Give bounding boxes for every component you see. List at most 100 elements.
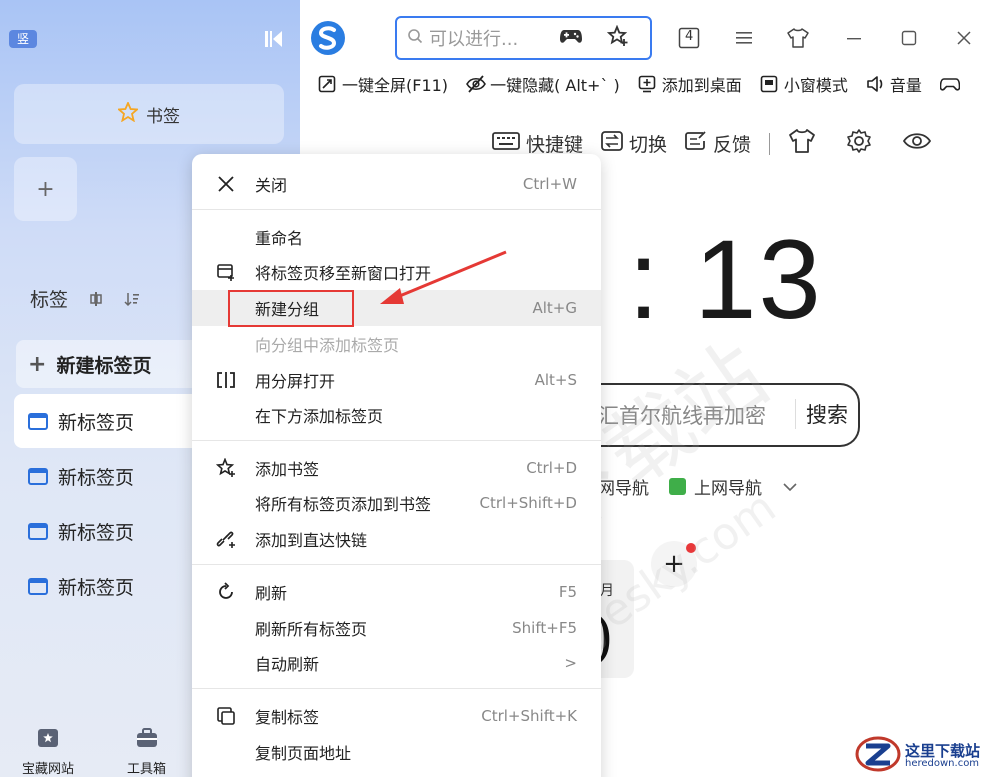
main-search-box[interactable]: 汇首尔航线再加密 搜索: [560, 383, 860, 447]
menu-item-label: 复制标签: [255, 708, 320, 727]
menu-item-auto-refresh[interactable]: 自动刷新 >: [192, 645, 601, 681]
add-desktop-icon: [638, 75, 656, 93]
menu-item-close[interactable]: 关闭 Ctrl+W: [192, 166, 601, 202]
menu-item-add-tab-below[interactable]: 在下方添加标签页: [192, 397, 601, 433]
menu-item-shortcut: Shift+F5: [512, 619, 577, 637]
skin-shirt-icon[interactable]: [788, 128, 816, 159]
sort-icon[interactable]: [124, 291, 140, 307]
nav-row: 网导航 上网导航: [598, 474, 798, 499]
sidebar-tab-item[interactable]: 新标签页: [14, 449, 214, 503]
settings-gear-icon[interactable]: [846, 128, 872, 159]
menu-item-label: 在下方添加标签页: [255, 407, 384, 426]
menu-item-label: 用分屏打开: [255, 372, 336, 391]
mini-window-label: 小窗模式: [783, 76, 848, 95]
tabs-title: 标签: [30, 289, 69, 311]
menu-divider: [192, 209, 601, 210]
tab-label: 新标签页: [58, 411, 135, 434]
main-search-input[interactable]: 汇首尔航线再加密: [598, 400, 766, 430]
star-folder-icon: [37, 728, 59, 752]
toolbox-link[interactable]: 工具箱: [127, 728, 166, 777]
gamepad-icon[interactable]: [559, 27, 583, 49]
sidebar-tab-item[interactable]: 新标签页: [14, 559, 214, 613]
menu-item-add-quick-link[interactable]: 添加到直达快链: [192, 521, 601, 557]
calendar-month: 月: [600, 583, 614, 599]
menu-item-shortcut: Ctrl+W: [522, 175, 577, 193]
star-icon: [116, 100, 140, 127]
collapse-sidebar-icon[interactable]: [262, 28, 286, 50]
minimize-icon[interactable]: [843, 27, 865, 49]
bookmark-card[interactable]: 书签: [14, 84, 284, 144]
address-search-input[interactable]: 可以进行...: [429, 25, 547, 51]
close-icon: [216, 174, 236, 194]
menu-divider: [192, 688, 601, 689]
keyboard-icon: [492, 131, 520, 156]
tab-count-icon[interactable]: 4: [678, 27, 700, 49]
new-window-icon: [216, 262, 236, 282]
clock-time: : 13: [628, 217, 823, 342]
vertical-tabs-toggle[interactable]: 竖: [9, 30, 37, 48]
menu-divider: [192, 564, 601, 565]
add-shortcut-button[interactable]: +: [14, 157, 77, 221]
new-tab-label: 新建标签页: [56, 354, 152, 377]
menu-icon[interactable]: [733, 27, 755, 49]
tab-page-icon: [28, 577, 48, 595]
menu-item-refresh[interactable]: 刷新 F5: [192, 574, 601, 610]
hide-button[interactable]: 一键隐藏( Alt+` ): [466, 72, 620, 96]
feedback-button[interactable]: 反馈: [685, 130, 751, 157]
star-plus-icon: [215, 457, 236, 478]
tab-count: 4: [685, 29, 694, 44]
search-button[interactable]: 搜索: [795, 399, 848, 429]
sidebar-tab-item[interactable]: 新标签页: [14, 394, 214, 448]
shortcut-keys-label: 快捷键: [526, 134, 584, 156]
hide-icon: [466, 75, 486, 93]
eye-icon[interactable]: [902, 130, 932, 157]
quick-toolbar: 一键全屏(F11) 一键隐藏( Alt+` ) 添加到桌面 小窗模式 音量: [318, 72, 961, 96]
volume-button[interactable]: 音量: [866, 72, 922, 96]
shortcut-keys-button[interactable]: 快捷键: [492, 130, 583, 157]
game-button[interactable]: [939, 75, 961, 93]
menu-item-split-screen[interactable]: 用分屏打开 Alt+S: [192, 362, 601, 398]
tabs-header: 标签: [30, 285, 140, 312]
toolbox-label: 工具箱: [127, 762, 167, 777]
notification-dot: [686, 543, 696, 553]
sidebar-tab-item[interactable]: 新标签页: [14, 504, 214, 558]
copy-icon: [216, 706, 236, 726]
menu-item-label: 将所有标签页添加到书签: [255, 495, 432, 514]
add-to-desktop-button[interactable]: 添加到桌面: [638, 72, 742, 96]
menu-item-refresh-all[interactable]: 刷新所有标签页 Shift+F5: [192, 610, 601, 646]
menu-item-duplicate-tab[interactable]: 复制标签 Ctrl+Shift+K: [192, 698, 601, 734]
nav-link-left[interactable]: 网导航: [598, 474, 649, 499]
maximize-icon[interactable]: [898, 27, 920, 49]
address-search-box[interactable]: 可以进行...: [395, 16, 652, 60]
close-window-icon[interactable]: [953, 27, 975, 49]
menu-item-label: 重命名: [255, 229, 304, 248]
add-favorite-icon[interactable]: [606, 24, 629, 51]
skin-shirt-icon[interactable]: [786, 27, 809, 49]
switch-label: 切换: [629, 134, 668, 156]
tab-label: 新标签页: [58, 466, 135, 489]
menu-item-label: 关闭: [255, 176, 288, 195]
menu-item-copy-url[interactable]: 复制页面地址: [192, 734, 601, 770]
site-url: heredown.com: [905, 758, 980, 769]
switch-button[interactable]: 切换: [601, 130, 667, 157]
treasure-sites-link[interactable]: 宝藏网站: [22, 728, 74, 777]
nav-link-right[interactable]: 上网导航: [669, 474, 762, 499]
site-logo: 这里下载站 heredown.com: [855, 735, 980, 777]
fullscreen-button[interactable]: 一键全屏(F11): [318, 72, 448, 96]
volume-label: 音量: [889, 76, 922, 95]
menu-item-add-to-group[interactable]: 向分组中添加标签页: [192, 326, 601, 362]
menu-item-shortcut: Alt+S: [534, 371, 577, 389]
mini-window-button[interactable]: 小窗模式: [760, 72, 848, 96]
menu-item-shortcut: F5: [558, 583, 577, 601]
menu-item-label: 复制页面地址: [255, 744, 352, 763]
menu-item-label: 刷新: [255, 584, 288, 603]
chevron-right-icon: >: [564, 654, 577, 672]
chevron-down-icon[interactable]: [782, 477, 798, 497]
menu-item-bookmark-all[interactable]: 将所有标签页添加到书签 Ctrl+Shift+D: [192, 485, 601, 521]
menu-item-add-bookmark[interactable]: 添加书签 Ctrl+D: [192, 450, 601, 486]
volume-icon: [866, 75, 884, 93]
new-tab-button[interactable]: + 新建标签页: [16, 340, 216, 388]
menu-item-label: 向分组中添加标签页: [255, 336, 400, 355]
align-icon[interactable]: [88, 291, 104, 307]
menu-divider: [192, 440, 601, 441]
